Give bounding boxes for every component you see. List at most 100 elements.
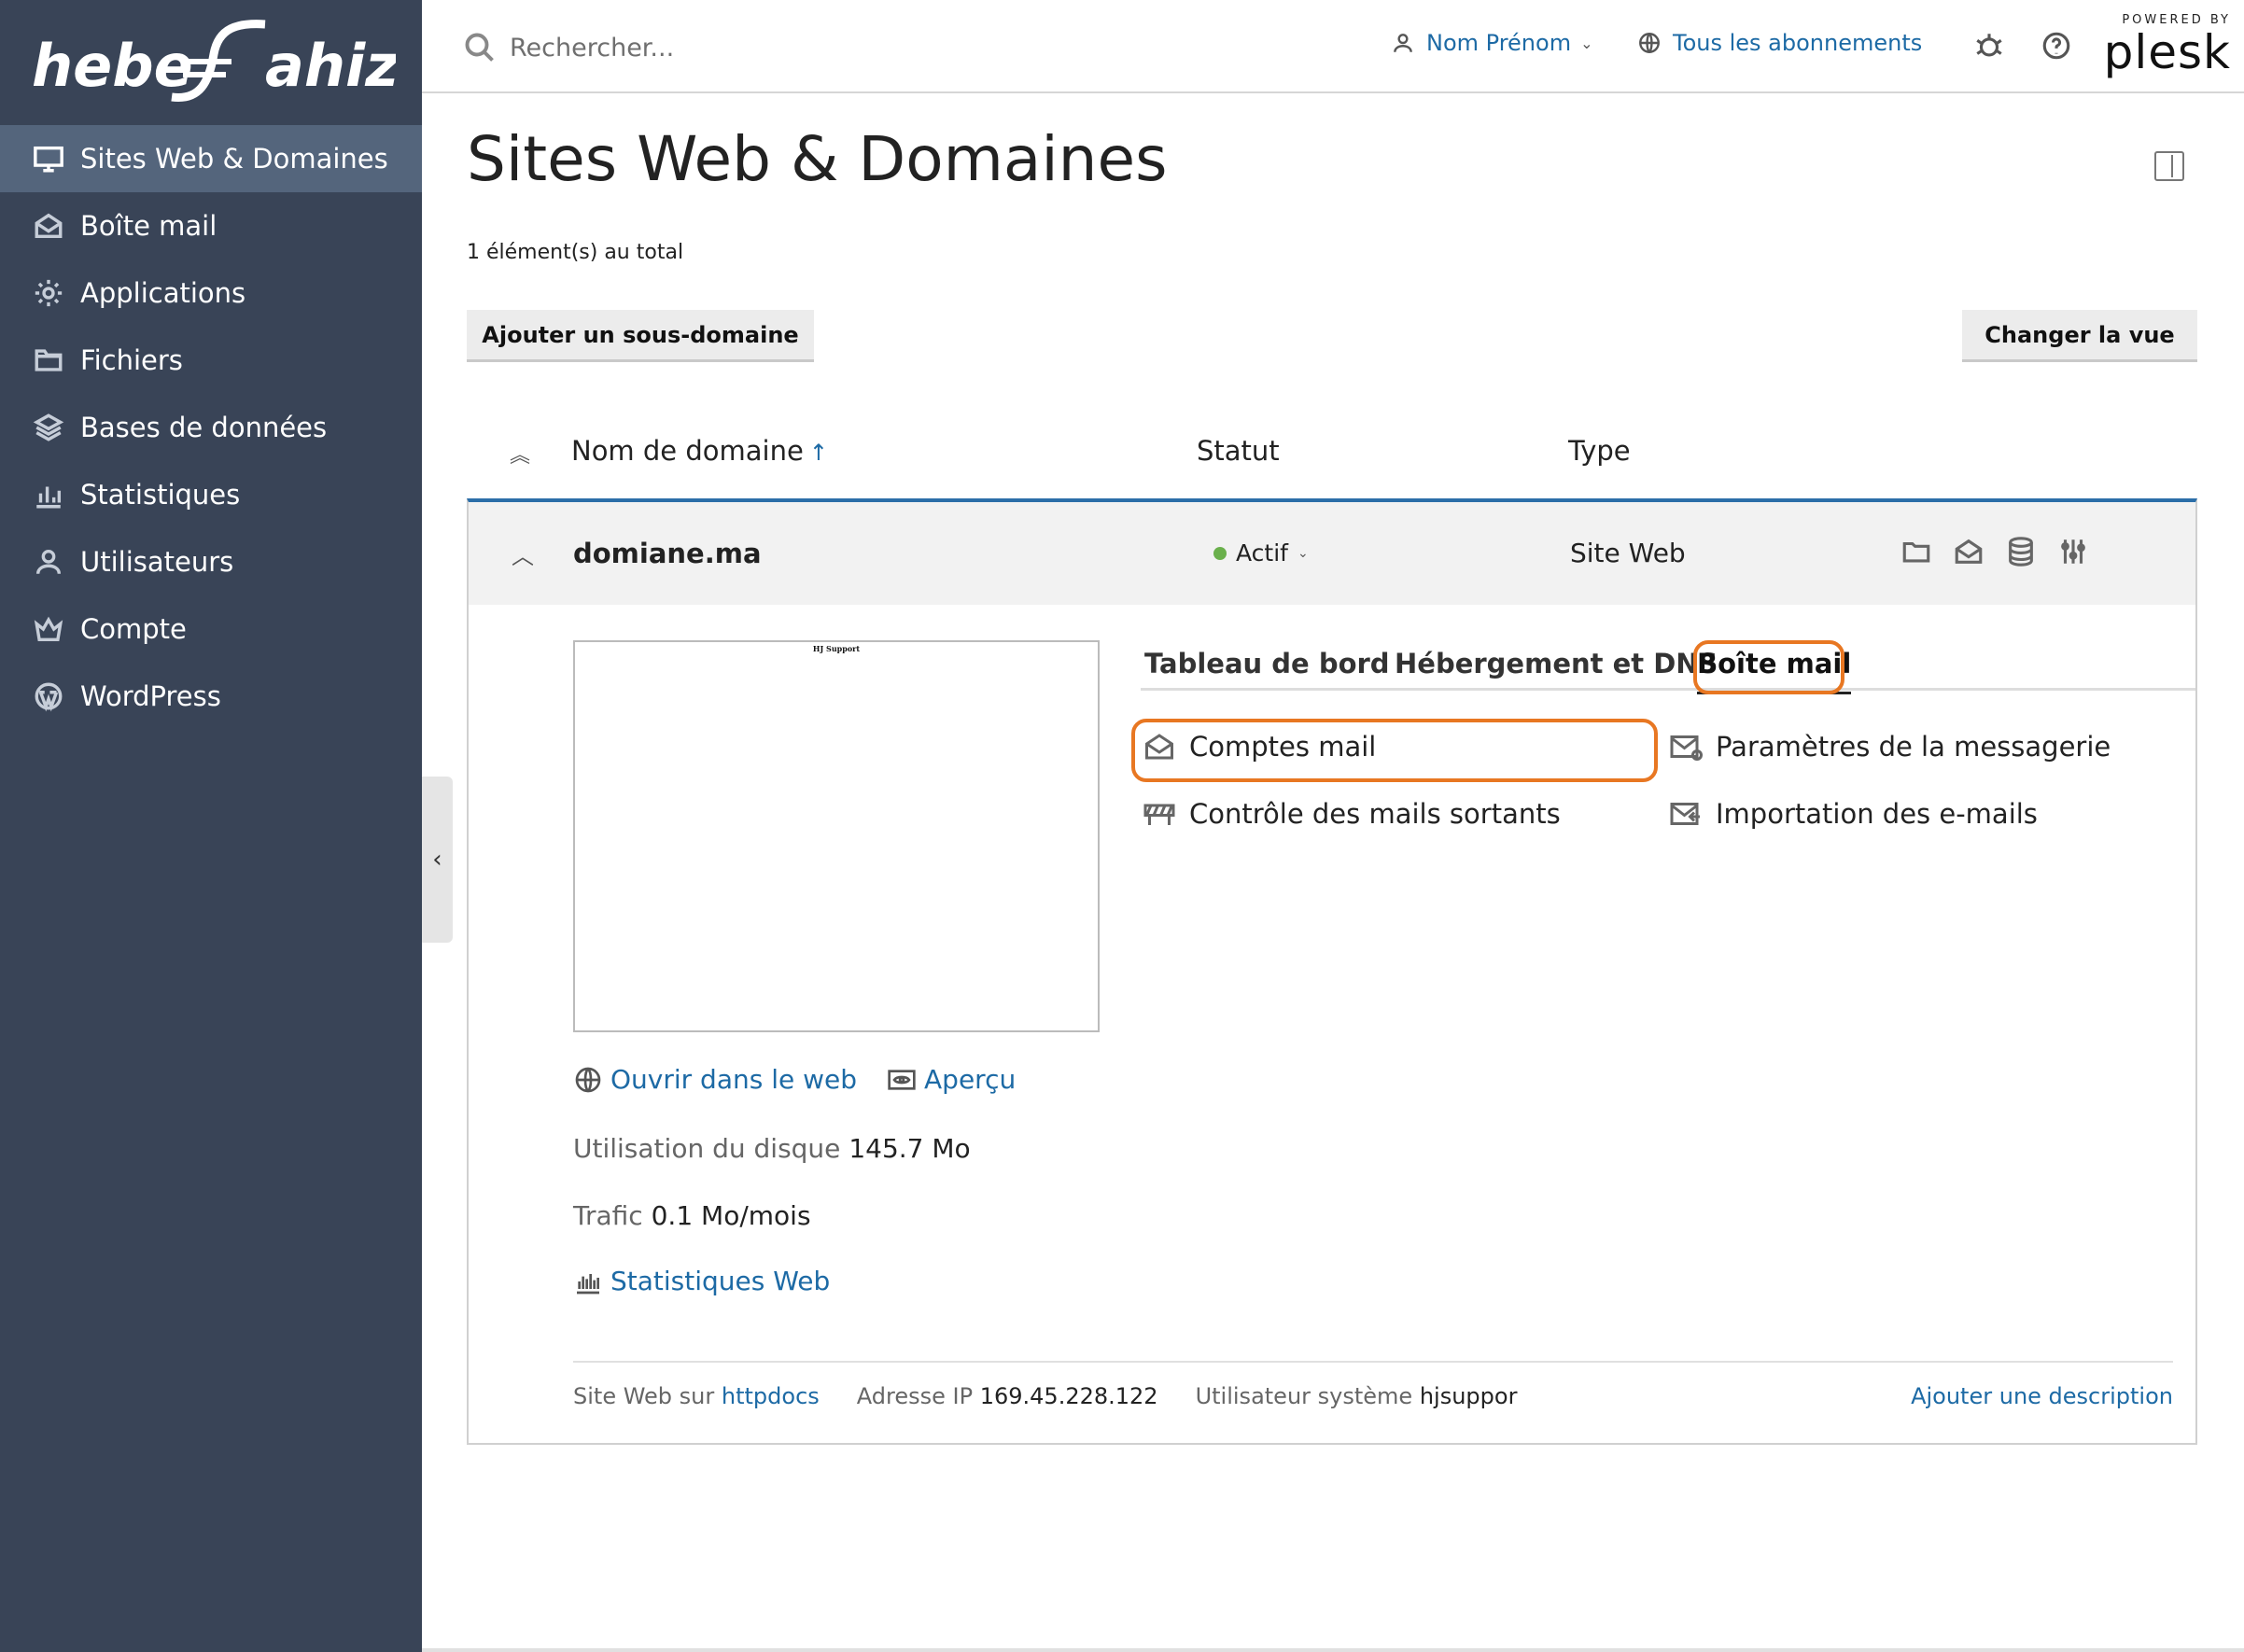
domain-row: ︿ domiane.ma Actif ⌄ Site Web (469, 502, 2195, 605)
add-subdomain-button[interactable]: Ajouter un sous-domaine (467, 310, 814, 362)
svg-text:hebe: hebe (32, 32, 193, 100)
web-statistics-label: Statistiques Web (610, 1266, 831, 1296)
search-icon (465, 33, 494, 62)
database-icon[interactable] (2005, 536, 2037, 567)
sidebar-item-databases[interactable]: Bases de données (0, 394, 422, 461)
tab-hosting-dns[interactable]: Hébergement et DNS (1395, 648, 1718, 679)
sidebar-item-files[interactable]: Fichiers (0, 327, 422, 394)
outgoing-mail-control-tool[interactable]: Contrôle des mails sortants (1143, 797, 1561, 831)
bar-chart-icon (577, 1273, 599, 1294)
chevron-up-icon[interactable]: ︿ (512, 538, 534, 570)
folder-icon (32, 343, 65, 377)
ip-address: Adresse IP 169.45.228.122 (857, 1383, 1158, 1409)
disk-usage-label: Utilisation du disque (573, 1133, 841, 1164)
wordpress-icon (32, 679, 65, 713)
eye-icon (888, 1069, 916, 1090)
globe-icon (1639, 33, 1660, 53)
search-box[interactable] (463, 28, 930, 67)
mail-import-tool[interactable]: Importation des e-mails (1669, 797, 2038, 831)
preview-label: Aperçu (924, 1064, 1017, 1095)
barrier-icon (1143, 804, 1175, 825)
sidebar-item-label: Utilisateurs (80, 546, 234, 578)
page-title: Sites Web & Domaines (467, 123, 1168, 195)
open-in-web-label: Ouvrir dans le web (610, 1064, 858, 1095)
sidebar-item-label: Sites Web & Domaines (80, 143, 388, 175)
user-menu[interactable]: Nom Prénom ⌄ (1391, 30, 1592, 56)
status-dot-icon (1213, 546, 1227, 560)
site-location: Site Web sur httpdocs (573, 1383, 820, 1409)
open-in-web-link[interactable]: Ouvrir dans le web (573, 1064, 857, 1095)
sort-asc-icon: ↑ (808, 440, 828, 466)
sidebar-item-websites-domains[interactable]: Sites Web & Domaines (0, 125, 422, 192)
sidebar-collapse-handle[interactable]: ‹ (422, 777, 453, 943)
column-type: Type (1568, 435, 1631, 467)
sidebar-item-wordpress[interactable]: WordPress (0, 663, 422, 730)
sidebar-item-label: Compte (80, 613, 187, 645)
status-label: Actif (1236, 539, 1288, 567)
domain-card: ︿ domiane.ma Actif ⌄ Site Web HJ Support… (467, 498, 2197, 1445)
system-user-label: Utilisateur système (1195, 1383, 1413, 1409)
tab-mail[interactable]: Boîte mail (1697, 648, 1852, 694)
preview-link[interactable]: Aperçu (887, 1064, 1016, 1095)
domain-name[interactable]: domiane.ma (573, 538, 762, 569)
mail-settings-tool[interactable]: Paramètres de la messagerie (1669, 730, 2111, 763)
monitor-icon (32, 142, 65, 175)
brand-logo[interactable]: hebe ahiz (32, 17, 400, 114)
top-header: Nom Prénom ⌄ Tous les abonnements POWERE… (422, 0, 2244, 93)
folder-icon[interactable] (1900, 536, 1932, 567)
sidebar-nav: Sites Web & Domaines Boîte mail Applicat… (0, 125, 422, 730)
disk-usage-value: 145.7 Mo (849, 1133, 971, 1164)
sidebar: hebe ahiz Sites Web & Domaines Boîte mai… (0, 0, 422, 1652)
sidebar-item-users[interactable]: Utilisateurs (0, 528, 422, 595)
traffic: Trafic 0.1 Mo/mois (573, 1200, 811, 1231)
subscriptions-menu[interactable]: Tous les abonnements (1637, 30, 1922, 56)
user-name: Nom Prénom (1426, 30, 1572, 56)
sidebar-item-account[interactable]: Compte (0, 595, 422, 663)
sidebar-item-statistics[interactable]: Statistiques (0, 461, 422, 528)
help-icon[interactable] (2041, 30, 2072, 62)
bar-chart-icon (32, 478, 65, 511)
chevron-left-icon: ‹ (432, 846, 442, 874)
mail-icon[interactable] (1953, 536, 1985, 567)
column-domain-name[interactable]: Nom de domaine ↑ (571, 435, 828, 467)
sidebar-item-label: Fichiers (80, 344, 183, 376)
mail-open-icon (1145, 734, 1173, 760)
mail-accounts-label: Comptes mail (1189, 731, 1377, 763)
sidebar-item-label: Boîte mail (80, 210, 217, 242)
mail-import-label: Importation des e-mails (1716, 798, 2038, 830)
sidebar-item-label: Applications (80, 277, 246, 309)
mail-settings-icon (1670, 735, 1703, 761)
divider (573, 1361, 2173, 1363)
chevron-down-icon: ⌄ (1297, 545, 1309, 561)
sliders-icon[interactable] (2057, 536, 2089, 567)
system-user: Utilisateur système hjsuppor (1196, 1383, 1518, 1409)
site-preview-thumbnail[interactable]: HJ Support (573, 640, 1100, 1032)
add-description-link[interactable]: Ajouter une description (1911, 1383, 2173, 1409)
preview-page-title: HJ Support (812, 644, 861, 653)
collapse-all-icon[interactable]: ︽ (510, 439, 530, 469)
change-view-button[interactable]: Changer la vue (1962, 310, 2197, 362)
bug-icon[interactable] (1973, 30, 2005, 62)
tab-dashboard[interactable]: Tableau de bord (1144, 648, 1390, 679)
mail-settings-label: Paramètres de la messagerie (1716, 731, 2111, 763)
plesk-logo[interactable]: POWERED BY plesk (2089, 13, 2231, 78)
domain-quick-actions (1900, 536, 2089, 567)
subscriptions-label: Tous les abonnements (1673, 30, 1923, 56)
sidebar-item-label: Bases de données (80, 412, 328, 443)
mail-accounts-tool[interactable]: Comptes mail (1143, 730, 1376, 763)
svg-text:ahiz: ahiz (265, 32, 396, 100)
panel-toggle-icon[interactable] (2154, 151, 2184, 181)
sidebar-item-mail[interactable]: Boîte mail (0, 192, 422, 259)
ip-address-value: 169.45.228.122 (979, 1383, 1158, 1409)
web-statistics-link[interactable]: Statistiques Web (573, 1266, 830, 1296)
search-input[interactable] (510, 33, 902, 63)
domain-footer: Site Web sur httpdocs Adresse IP 169.45.… (573, 1383, 2173, 1409)
chevron-down-icon: ⌄ (1580, 34, 1593, 52)
status-dropdown[interactable]: Actif ⌄ (1213, 539, 1309, 567)
ip-address-label: Adresse IP (856, 1383, 974, 1409)
layers-icon (32, 411, 65, 444)
mail-icon (32, 209, 65, 243)
traffic-label: Trafic (573, 1200, 643, 1231)
sidebar-item-applications[interactable]: Applications (0, 259, 422, 327)
httpdocs-link[interactable]: httpdocs (722, 1383, 820, 1409)
